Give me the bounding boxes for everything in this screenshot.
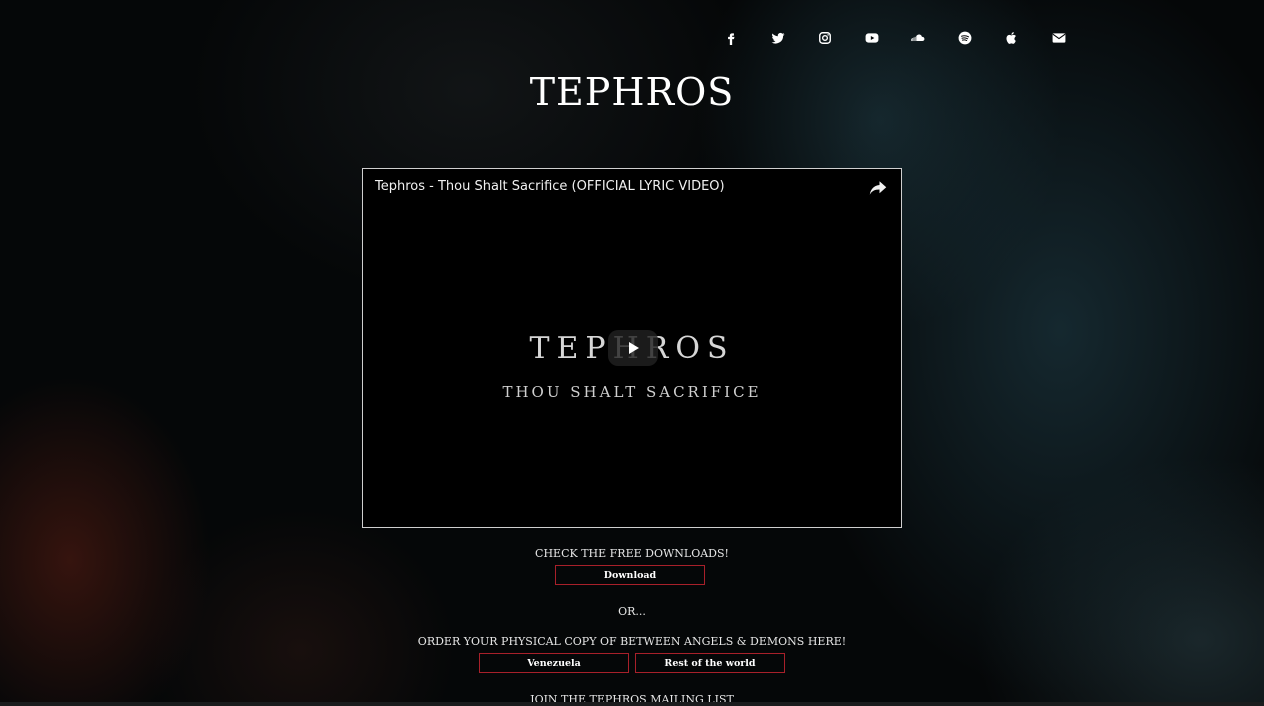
instagram-link[interactable]: [814, 27, 836, 49]
video-embed[interactable]: Tephros - Thou Shalt Sacrifice (OFFICIAL…: [362, 168, 902, 528]
email-link[interactable]: [1048, 27, 1070, 49]
order-venezuela-button[interactable]: Venezuela: [479, 653, 629, 673]
twitter-icon: [771, 32, 785, 44]
social-links-bar: [720, 27, 1070, 49]
envelope-icon: [1052, 33, 1066, 43]
soundcloud-link[interactable]: [907, 27, 929, 49]
share-icon[interactable]: [869, 180, 887, 196]
youtube-icon: [865, 33, 878, 43]
order-world-button[interactable]: Rest of the world: [635, 653, 785, 673]
spotify-link[interactable]: [954, 27, 976, 49]
thumbnail-subtitle: THOU SHALT SACRIFICE: [502, 383, 762, 401]
youtube-link[interactable]: [861, 27, 883, 49]
play-button[interactable]: [608, 330, 658, 366]
soundcloud-icon: [911, 34, 925, 42]
download-button[interactable]: Download: [555, 565, 705, 585]
play-icon: [629, 342, 639, 354]
mailing-list-caption: JOIN THE TEPHROS MAILING LIST: [530, 693, 734, 706]
or-separator: OR...: [618, 605, 646, 618]
order-caption: ORDER YOUR PHYSICAL COPY OF BETWEEN ANGE…: [417, 635, 847, 648]
apple-link[interactable]: [1001, 27, 1023, 49]
instagram-icon: [818, 32, 831, 44]
apple-icon: [1006, 32, 1016, 44]
video-title[interactable]: Tephros - Thou Shalt Sacrifice (OFFICIAL…: [375, 179, 725, 194]
twitter-link[interactable]: [767, 27, 789, 49]
facebook-link[interactable]: [720, 27, 742, 49]
downloads-caption: CHECK THE FREE DOWNLOADS!: [535, 547, 729, 560]
facebook-icon: [728, 33, 735, 45]
site-logo[interactable]: TEPHROS: [0, 70, 1264, 114]
spotify-icon: [958, 31, 972, 45]
